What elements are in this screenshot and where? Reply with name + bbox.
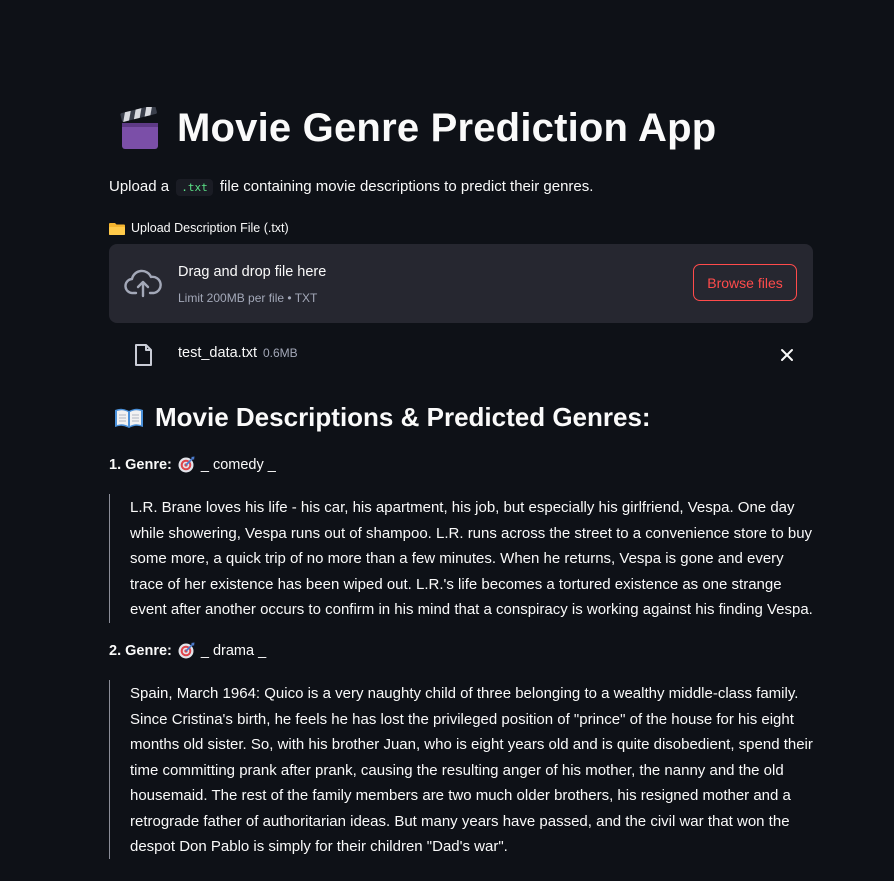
dropzone-title: Drag and drop file here bbox=[178, 264, 327, 280]
file-dropzone[interactable]: Drag and drop file here Limit 200MB per … bbox=[109, 244, 813, 323]
intro-code: .txt bbox=[176, 179, 213, 196]
uploader-label: Upload Description File (.txt) bbox=[109, 221, 289, 235]
page-title: Movie Genre Prediction App bbox=[177, 106, 717, 150]
page-title-row: Movie Genre Prediction App bbox=[119, 106, 716, 151]
result-description: Spain, March 1964: Quico is a very naugh… bbox=[109, 680, 813, 859]
cloud-upload-icon bbox=[124, 269, 162, 298]
intro-text-after: file containing movie descriptions to pr… bbox=[219, 178, 594, 195]
direct-hit-icon bbox=[178, 642, 195, 659]
browse-files-button[interactable]: Browse files bbox=[693, 264, 797, 301]
dropzone-limit: Limit 200MB per file • TXT bbox=[178, 291, 318, 305]
clapper-board-icon bbox=[120, 106, 158, 149]
result-description: L.R. Brane loves his life - his car, his… bbox=[109, 494, 813, 623]
result-genre-line: 2. Genre: _ drama _ bbox=[109, 642, 266, 659]
result-genre-label: 1. Genre: bbox=[109, 456, 172, 473]
uploaded-file-row: test_data.txt 0.6MB bbox=[109, 338, 813, 372]
result-genre-label: 2. Genre: bbox=[109, 642, 172, 659]
close-icon[interactable] bbox=[780, 348, 794, 362]
uploaded-file-name: test_data.txt bbox=[178, 345, 257, 361]
uploaded-file-size: 0.6MB bbox=[263, 346, 298, 360]
intro-text: Upload a .txt file containing movie desc… bbox=[109, 178, 594, 196]
open-book-icon bbox=[115, 408, 143, 428]
result-genre-line: 1. Genre: _ comedy _ bbox=[109, 456, 276, 473]
uploaded-file-info: test_data.txt 0.6MB bbox=[178, 345, 298, 361]
results-heading: Movie Descriptions & Predicted Genres: bbox=[155, 402, 651, 432]
uploader-label-text: Upload Description File (.txt) bbox=[131, 221, 289, 235]
intro-text-before: Upload a bbox=[109, 178, 170, 195]
results-heading-row: Movie Descriptions & Predicted Genres: bbox=[113, 402, 651, 433]
direct-hit-icon bbox=[178, 456, 195, 473]
result-genre-value: _ drama _ bbox=[200, 642, 267, 659]
result-genre-value: _ comedy _ bbox=[200, 456, 276, 473]
folder-icon bbox=[109, 222, 125, 235]
file-icon bbox=[135, 344, 152, 366]
